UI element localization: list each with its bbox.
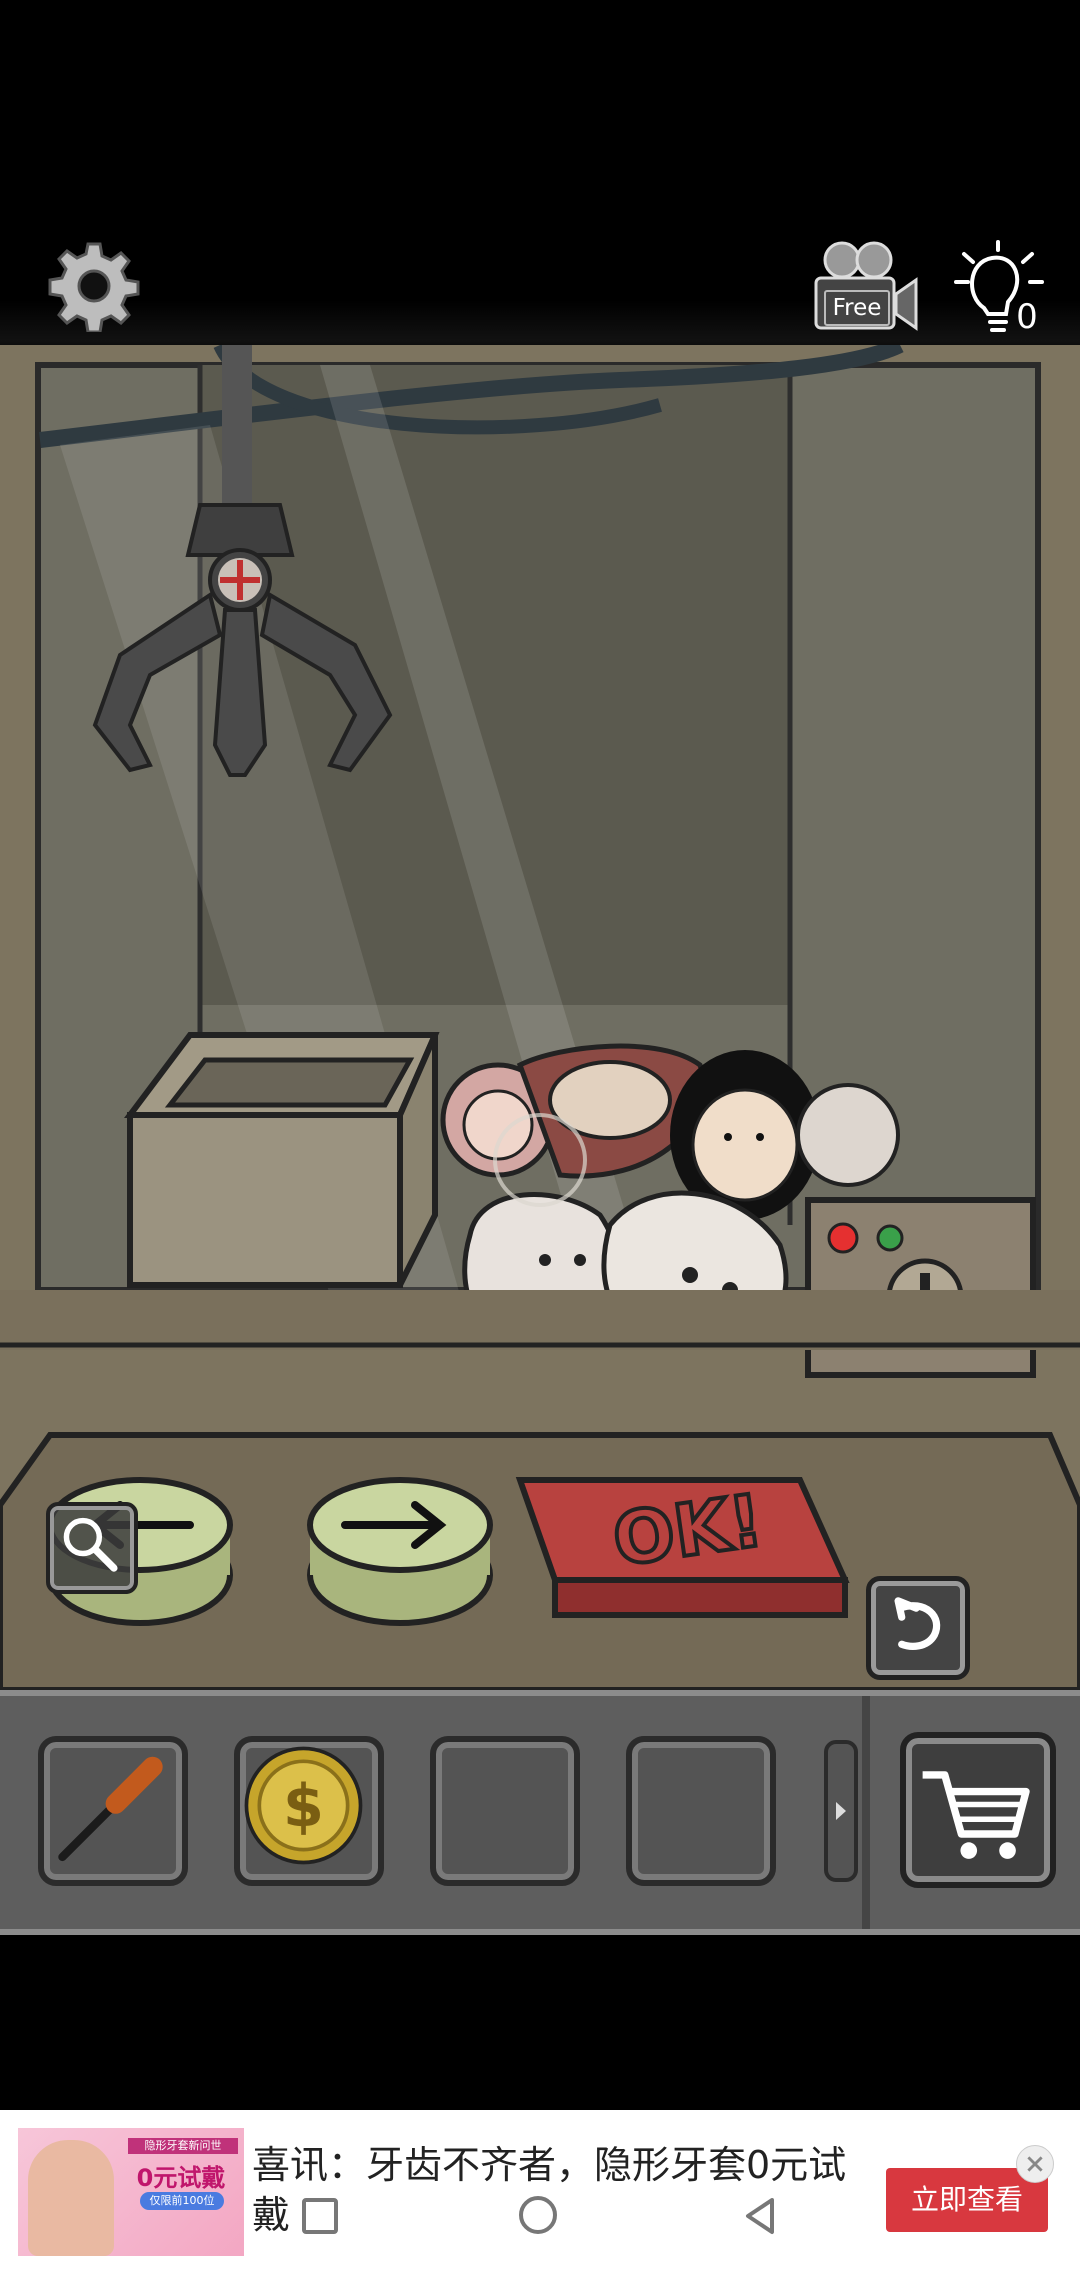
inventory-divider: [862, 1696, 870, 1929]
red-indicator-light: [827, 1222, 859, 1254]
close-icon[interactable]: [1016, 2145, 1054, 2183]
hint-count: 0: [1016, 297, 1038, 337]
ad-image-badge: 隐形牙套新问世: [128, 2138, 238, 2154]
recents-nav-button[interactable]: [302, 2198, 338, 2234]
back-nav-button[interactable]: [740, 2196, 780, 2236]
home-nav-button[interactable]: [519, 2196, 557, 2234]
coin-icon: $: [244, 1746, 363, 1865]
inventory-slot-1[interactable]: [38, 1736, 188, 1886]
shop-button[interactable]: [900, 1732, 1056, 1888]
ad-image-title: 0元试戴: [136, 2164, 226, 2192]
inventory-slot-3[interactable]: [430, 1736, 580, 1886]
ad-image-pill: 仅限前100位: [140, 2192, 224, 2210]
undo-icon: [894, 1597, 941, 1650]
ad-banner[interactable]: 隐形牙套新问世 0元试戴 仅限前100位 喜讯：牙齿不齐者，隐形牙套0元试戴 立…: [0, 2110, 1080, 2280]
free-hint-label[interactable]: Free: [824, 290, 890, 326]
magnifier-icon: [63, 1517, 118, 1572]
green-indicator-light: [876, 1224, 904, 1252]
undo-button[interactable]: [866, 1576, 970, 1680]
inventory-slot-4[interactable]: [626, 1736, 776, 1886]
chevron-right-icon[interactable]: [822, 1736, 860, 1886]
ad-image[interactable]: 隐形牙套新问世 0元试戴 仅限前100位: [18, 2128, 244, 2256]
shopping-cart-icon: [922, 1771, 1030, 1859]
zoom-button[interactable]: [46, 1502, 138, 1594]
ad-model-image: [28, 2140, 114, 2256]
right-arrow-button[interactable]: [307, 1477, 493, 1626]
svg-text:$: $: [283, 1772, 324, 1841]
prize-chute: [124, 1032, 440, 1288]
inventory-bar: $: [0, 1690, 1080, 1935]
screwdriver-icon: [58, 1756, 163, 1862]
game-screen: Free 0 OK! $ 隐形牙套新问世 0元试戴 仅限前100位 喜讯：牙齿不…: [0, 0, 1080, 2280]
gear-icon[interactable]: [48, 240, 140, 332]
inventory-slot-2[interactable]: $: [234, 1736, 384, 1886]
ok-button[interactable]: OK!: [515, 1476, 850, 1618]
